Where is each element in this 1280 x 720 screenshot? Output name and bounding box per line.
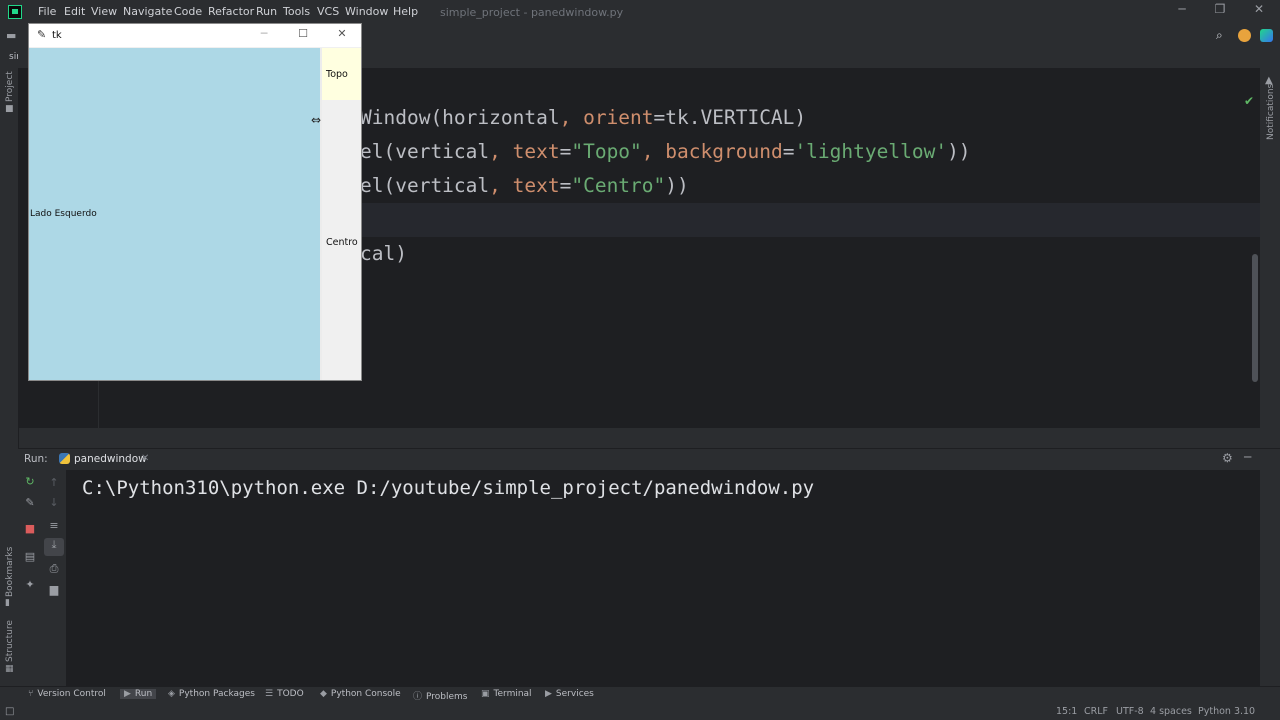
menu-code[interactable]: Code	[174, 5, 202, 18]
close-icon[interactable]: ✕	[1245, 2, 1273, 16]
menu-tools[interactable]: Tools	[283, 5, 310, 18]
search-icon[interactable]: ⌕	[1216, 28, 1223, 43]
status-caret-position[interactable]: 15:1	[1056, 706, 1077, 717]
tk-window-title: tk	[52, 30, 62, 41]
tk-top-label: Topo	[326, 69, 348, 80]
down-arrow-icon[interactable]: ↓	[46, 496, 62, 509]
tool-todo[interactable]: ☰ TODO	[265, 689, 304, 699]
tool-problems[interactable]: ⓘ Problems	[413, 689, 468, 702]
run-tab-close-icon[interactable]: ✕	[141, 453, 149, 464]
branch-icon: ⑂	[28, 689, 34, 699]
status-line-separator[interactable]: CRLF	[1084, 706, 1108, 717]
stop-icon[interactable]: ■	[22, 522, 38, 535]
menu-window[interactable]: Window	[345, 5, 388, 18]
run-play-icon: ▶	[124, 689, 131, 699]
tk-close-icon[interactable]: ✕	[330, 27, 354, 40]
run-panel-label: Run:	[24, 453, 48, 465]
soft-wrap-icon[interactable]: ≡	[46, 519, 62, 532]
structure-icon[interactable]: ▦	[5, 664, 14, 674]
console-command-line: C:\Python310\python.exe D:/youtube/simpl…	[82, 477, 815, 499]
code-line-1: Window(horizontal, orient=tk.VERTICAL)	[360, 106, 807, 129]
resize-cursor-icon: ⇔	[311, 113, 322, 127]
menu-help[interactable]: Help	[393, 5, 418, 18]
bookmarks-tool-label[interactable]: Bookmarks	[5, 547, 15, 597]
notifications-tool-label[interactable]: Notifications	[1266, 84, 1276, 140]
tool-services[interactable]: ▶ Services	[545, 689, 594, 699]
code-line-4: cal)	[360, 242, 407, 265]
packages-icon: ◈	[168, 689, 175, 699]
print-icon[interactable]: ⎙	[46, 562, 62, 576]
tool-terminal[interactable]: ▣ Terminal	[481, 689, 532, 699]
tool-python-packages[interactable]: ◈ Python Packages	[168, 689, 255, 699]
menu-navigate[interactable]: Navigate	[123, 5, 172, 18]
update-icon[interactable]	[1238, 29, 1251, 42]
minimize-icon[interactable]: ─	[1168, 2, 1196, 16]
tool-version-control[interactable]: ⑂ Version Control	[28, 689, 106, 699]
up-arrow-icon[interactable]: ↑	[46, 476, 62, 489]
bookmark-icon[interactable]: ▮	[5, 598, 10, 608]
menu-refactor[interactable]: Refactor	[208, 5, 254, 18]
tk-center-label: Centro	[326, 237, 358, 248]
tk-feather-icon: ✎	[37, 28, 47, 41]
menu-file[interactable]: File	[38, 5, 56, 18]
pin-icon[interactable]: ✦	[22, 578, 38, 591]
menu-edit[interactable]: Edit	[64, 5, 85, 18]
status-encoding[interactable]: UTF-8	[1116, 706, 1144, 717]
trash-icon[interactable]: ▆	[46, 583, 62, 596]
menu-vcs[interactable]: VCS	[317, 5, 339, 18]
plugin-logo-icon[interactable]	[1260, 29, 1273, 42]
todo-list-icon: ☰	[265, 689, 274, 699]
menu-run[interactable]: Run	[256, 5, 277, 18]
pycharm-logo-icon	[8, 5, 22, 19]
code-line-3: el(vertical, text="Centro"))	[360, 174, 689, 197]
tk-maximize-icon[interactable]: ☐	[291, 27, 315, 40]
restore-icon[interactable]: ❐	[1206, 2, 1234, 16]
tk-left-label: Lado Esquerdo	[30, 209, 97, 219]
gear-icon[interactable]: ⚙	[1222, 451, 1233, 465]
run-console[interactable]	[67, 470, 1260, 686]
layout-toggle-icon[interactable]: □	[5, 706, 14, 717]
folder-icon[interactable]: ▬	[6, 29, 16, 42]
hide-panel-icon[interactable]: ─	[1244, 450, 1251, 464]
terminal-icon: ▣	[481, 689, 490, 699]
structure-tool-label[interactable]: Structure	[5, 620, 15, 662]
window-title: simple_project - panedwindow.py	[440, 6, 624, 19]
services-icon: ▶	[545, 689, 552, 699]
code-line-2: el(vertical, text="Topo", background='li…	[360, 140, 971, 163]
run-tab-label[interactable]: panedwindow	[74, 453, 147, 465]
layout-icon[interactable]: ▤	[22, 550, 38, 563]
python-console-icon: ◆	[320, 689, 327, 699]
wrench-icon[interactable]: ✎	[22, 496, 38, 509]
tool-run[interactable]: ▶ Run	[120, 689, 157, 699]
menu-view[interactable]: View	[91, 5, 117, 18]
rerun-icon[interactable]: ↻	[22, 475, 38, 488]
inspection-ok-icon[interactable]: ✔	[1244, 94, 1254, 108]
problems-icon: ⓘ	[413, 692, 423, 702]
scroll-to-end-icon[interactable]: ⤓	[44, 538, 64, 556]
project-folder-icon[interactable]: ■	[5, 104, 14, 114]
python-file-icon	[59, 453, 70, 464]
editor-scrollbar[interactable]	[1252, 254, 1258, 382]
status-indent[interactable]: 4 spaces	[1150, 706, 1192, 717]
project-tool-label[interactable]: Project	[5, 71, 15, 102]
status-interpreter[interactable]: Python 3.10	[1198, 706, 1255, 717]
tool-python-console[interactable]: ◆ Python Console	[320, 689, 401, 699]
run-panel-header	[18, 448, 1280, 471]
tk-minimize-icon[interactable]: ─	[252, 27, 276, 40]
